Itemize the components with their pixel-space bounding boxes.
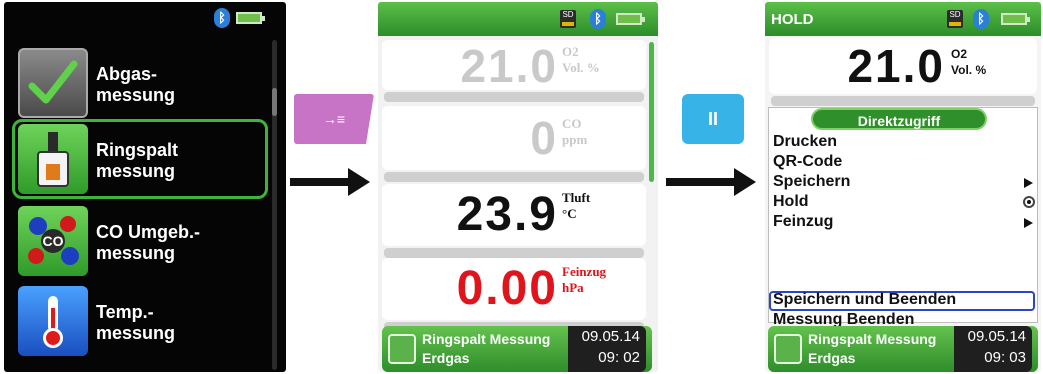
menu-title: Direktzugriff — [811, 108, 987, 130]
main-menu-screen: ᛒ Abgas- messung Ringspalt messung CO CO… — [4, 2, 286, 372]
fuel-type: Erdgas — [422, 350, 470, 366]
reading-unit: Feinzug hPa — [562, 264, 607, 295]
menu-item-label: Abgas- messung — [96, 64, 176, 105]
menu-item-feinzug[interactable]: Feinzug — [773, 213, 833, 231]
menu-item-label: CO Umgeb.- messung — [96, 222, 201, 263]
battery-icon — [236, 12, 265, 24]
date: 09.05.14 — [581, 328, 640, 345]
menu-item-label: Ringspalt messung — [96, 140, 179, 181]
reading-value: 21.0 — [847, 40, 945, 92]
fuel-type: Erdgas — [808, 350, 856, 366]
reading-unit: O2 Vol. % — [562, 44, 600, 75]
reading-unit: Tluft °C — [562, 190, 591, 221]
datetime: 09.05.14 09: 02 — [568, 326, 646, 372]
measurement-name: Ringspalt Messung — [808, 331, 937, 347]
sd-card-icon: SD — [560, 10, 576, 28]
reading-value: 0.00 — [456, 262, 558, 315]
measurement-name: Ringspalt Messung — [422, 331, 551, 347]
reading-feinzug: 0.00 Feinzug hPa — [382, 258, 646, 320]
sd-card-icon: SD — [947, 10, 963, 28]
reading-o2: 21.0 O2 Vol. % — [769, 38, 1037, 94]
footer-bar: Ringspalt Messung Erdgas 09.05.14 09: 02 — [382, 326, 652, 372]
menu-item-qr-code[interactable]: QR-Code — [773, 153, 842, 171]
bluetooth-icon: ᛒ — [214, 8, 230, 28]
hold-key[interactable]: II — [682, 94, 744, 144]
time: 09: 03 — [984, 349, 1026, 366]
reading-value: 23.9 — [456, 188, 558, 241]
divider — [771, 96, 1035, 106]
ringspalt-probe-icon — [774, 334, 802, 364]
menu-item-drucken[interactable]: Drucken — [773, 133, 837, 151]
checkmark-icon — [18, 48, 88, 118]
screen-title: HOLD — [771, 11, 814, 28]
menu-item-speichern-und-beenden[interactable]: Speichern und Beenden — [773, 291, 956, 309]
ringspalt-probe-icon — [388, 334, 416, 364]
reading-unit: O2 Vol. % — [951, 47, 987, 77]
reading-value: 21.0 — [460, 40, 558, 92]
submenu-arrow-icon — [1024, 178, 1033, 188]
store-key[interactable]: →≡ — [294, 94, 374, 144]
thermometer-icon — [18, 286, 88, 356]
measurement-screen: SD ᛒ 21.0 O2 Vol. % 0 CO ppm 23.9 Tluft … — [378, 2, 658, 372]
scrollbar-thumb[interactable] — [272, 88, 277, 116]
svg-text:CO: CO — [43, 233, 64, 249]
divider — [384, 248, 644, 258]
menu-item-hold[interactable]: Hold — [773, 193, 809, 211]
menu-scrollbar[interactable] — [272, 40, 277, 370]
status-bar: SD ᛒ — [378, 2, 658, 36]
divider — [384, 92, 644, 102]
list-scrollbar[interactable] — [649, 42, 654, 182]
hold-screen: HOLD SD ᛒ 21.0 O2 Vol. % Direktzugriff D… — [765, 2, 1041, 372]
divider — [384, 172, 644, 182]
reading-tluft: 23.9 Tluft °C — [382, 184, 646, 246]
battery-icon — [1001, 13, 1030, 25]
footer-bar: Ringspalt Messung Erdgas 09.05.14 09: 03 — [768, 326, 1038, 372]
radio-selected-icon[interactable] — [1023, 196, 1035, 208]
reading-unit: CO ppm — [562, 116, 588, 147]
date: 09.05.14 — [967, 328, 1026, 345]
reading-o2: 21.0 O2 Vol. % — [382, 40, 646, 92]
datetime: 09.05.14 09: 03 — [954, 326, 1032, 372]
bluetooth-icon: ᛒ — [590, 9, 606, 29]
battery-icon — [616, 13, 645, 25]
ringspalt-probe-icon — [18, 124, 88, 194]
reading-co: 0 CO ppm — [382, 106, 646, 170]
time: 09: 02 — [598, 349, 640, 366]
bluetooth-icon: ᛒ — [973, 9, 989, 29]
menu-item-speichern[interactable]: Speichern — [773, 173, 850, 191]
arrow-right-icon — [666, 168, 756, 196]
menu-item-label: Temp.- messung — [96, 302, 176, 343]
status-bar: HOLD SD ᛒ — [765, 2, 1041, 36]
arrow-right-icon — [290, 168, 370, 196]
reading-value: 0 — [530, 112, 558, 164]
co-molecule-icon: CO — [18, 206, 88, 276]
submenu-arrow-icon — [1024, 218, 1033, 228]
